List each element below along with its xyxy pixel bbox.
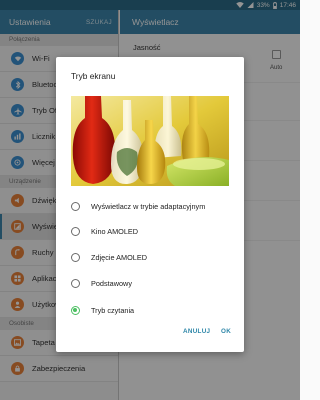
option-basic[interactable]: Podstawowy: [71, 272, 231, 294]
radio-button[interactable]: [71, 226, 80, 236]
option-label: Wyświetlacz w trybie adaptacyjnym: [91, 201, 206, 211]
radio-button[interactable]: [71, 201, 80, 211]
radio-button-selected[interactable]: [71, 305, 80, 315]
ok-button[interactable]: OK: [221, 328, 231, 335]
screen-mode-dialog: Tryb ekranu Wyświetlacz w trybie adaptac…: [56, 57, 244, 352]
option-amoled-photo[interactable]: Zdjęcie AMOLED: [71, 246, 231, 268]
option-label: Zdjęcie AMOLED: [91, 252, 147, 262]
radio-button[interactable]: [71, 252, 80, 262]
option-reading[interactable]: Tryb czytania: [71, 299, 231, 321]
radio-button[interactable]: [71, 278, 80, 288]
option-label: Podstawowy: [91, 278, 132, 288]
cancel-button[interactable]: ANULUJ: [183, 328, 210, 335]
option-label: Tryb czytania: [91, 305, 135, 315]
option-adaptive[interactable]: Wyświetlacz w trybie adaptacyjnym: [71, 195, 231, 217]
dialog-title: Tryb ekranu: [71, 71, 116, 81]
option-amoled-cinema[interactable]: Kino AMOLED: [71, 220, 231, 242]
option-label: Kino AMOLED: [91, 226, 139, 236]
screen-mode-preview-image: [71, 96, 229, 186]
